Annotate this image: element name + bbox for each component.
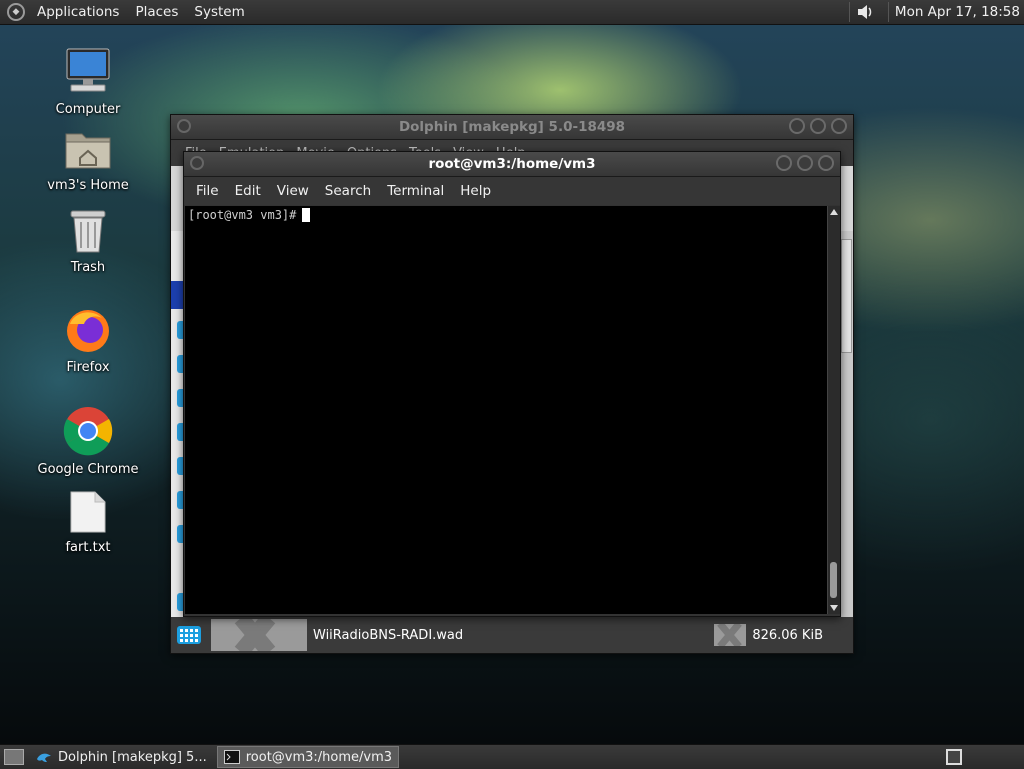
terminal-menu-search[interactable]: Search — [317, 183, 379, 199]
terminal-titlebar[interactable]: root@vm3:/home/vm3 — [184, 152, 840, 177]
desktop-icon-label: Google Chrome — [37, 462, 139, 477]
desktop-icon-fart-txt[interactable]: fart.txt — [33, 490, 143, 555]
computer-icon — [66, 48, 110, 92]
terminal-menu-edit[interactable]: Edit — [227, 183, 269, 199]
firefox-icon — [67, 310, 109, 352]
window-menu-icon[interactable] — [190, 156, 204, 170]
close-icon[interactable] — [831, 118, 847, 134]
desktop-icon-computer[interactable]: Computer — [33, 46, 143, 117]
desktop-icon-home[interactable]: vm3's Home — [33, 128, 143, 193]
chrome-icon — [63, 407, 113, 456]
show-desktop-icon[interactable] — [4, 749, 24, 765]
terminal-menu-view[interactable]: View — [269, 183, 317, 199]
terminal-screen[interactable]: [root@vm3 vm3]# — [185, 206, 827, 614]
maximize-icon[interactable] — [797, 155, 813, 171]
taskbar-item-terminal[interactable]: root@vm3:/home/vm3 — [216, 746, 400, 768]
desktop-icon-trash[interactable]: Trash — [33, 208, 143, 275]
close-icon[interactable] — [818, 155, 834, 171]
desktop-icon-label: Firefox — [66, 360, 110, 375]
terminal-scrollbar[interactable] — [827, 206, 840, 614]
dolphin-statusbar: WiiRadioBNS-RADI.wad 826.06 KiB — [171, 617, 853, 653]
terminal-prompt: [root@vm3 vm3]# — [188, 208, 297, 222]
desktop-icon-label: Trash — [70, 260, 106, 275]
menu-applications[interactable]: Applications — [29, 0, 127, 24]
window-menu-icon[interactable] — [177, 119, 191, 133]
terminal-icon — [223, 750, 240, 764]
panel-separator — [887, 2, 889, 22]
taskbar-item-label: Dolphin [makepkg] 5... — [58, 749, 207, 765]
text-file-icon — [70, 491, 106, 533]
dolphin-title: Dolphin [makepkg] 5.0-18498 — [398, 119, 626, 135]
terminal-window[interactable]: root@vm3:/home/vm3 File Edit View Search… — [183, 151, 841, 617]
scrollbar-thumb[interactable] — [830, 562, 837, 598]
selected-filesize: 826.06 KiB — [752, 627, 823, 643]
menu-places[interactable]: Places — [127, 0, 186, 24]
menu-system[interactable]: System — [186, 0, 252, 24]
top-panel: ◆ Applications Places System Mon Apr 17,… — [0, 0, 1024, 25]
taskbar-item-dolphin[interactable]: Dolphin [makepkg] 5... — [30, 746, 213, 768]
scroll-down-arrow-icon[interactable] — [830, 605, 838, 611]
desktop-icon-chrome[interactable]: Google Chrome — [33, 406, 143, 477]
workspace-switcher-icon[interactable] — [946, 749, 962, 765]
terminal-prompt-line: [root@vm3 vm3]# — [188, 208, 311, 222]
desktop-icon-label: vm3's Home — [47, 178, 129, 193]
bottom-panel: Dolphin [makepkg] 5... root@vm3:/home/vm… — [0, 744, 1024, 769]
distro-logo-icon[interactable]: ◆ — [7, 3, 25, 21]
text-cursor — [302, 208, 311, 222]
dolphin-icon — [37, 753, 51, 762]
volume-icon[interactable] — [856, 3, 874, 21]
trash-icon — [70, 210, 106, 253]
maximize-icon[interactable] — [810, 118, 826, 134]
desktop-icon-label: fart.txt — [65, 540, 111, 555]
terminal-menu-file[interactable]: File — [188, 183, 227, 199]
scrollbar-thumb[interactable] — [841, 239, 852, 353]
minimize-icon[interactable] — [776, 155, 792, 171]
clock[interactable]: Mon Apr 17, 18:58 — [895, 4, 1024, 20]
terminal-menubar: File Edit View Search Terminal Help — [184, 177, 840, 205]
dolphin-titlebar[interactable]: Dolphin [makepkg] 5.0-18498 — [171, 115, 853, 140]
desktop-icon-firefox[interactable]: Firefox — [33, 306, 143, 375]
terminal-menu-terminal[interactable]: Terminal — [379, 183, 452, 199]
grid-view-icon[interactable] — [177, 626, 201, 644]
home-folder-icon — [65, 133, 111, 169]
selected-filename: WiiRadioBNS-RADI.wad — [313, 627, 464, 643]
scroll-up-arrow-icon[interactable] — [830, 209, 838, 215]
terminal-title: root@vm3:/home/vm3 — [428, 156, 596, 172]
banner-placeholder-icon — [211, 619, 307, 651]
terminal-menu-help[interactable]: Help — [452, 183, 499, 199]
region-placeholder-icon — [714, 624, 747, 646]
panel-separator — [848, 2, 850, 22]
taskbar-item-label: root@vm3:/home/vm3 — [245, 749, 393, 765]
minimize-icon[interactable] — [789, 118, 805, 134]
desktop-icon-label: Computer — [55, 102, 121, 117]
